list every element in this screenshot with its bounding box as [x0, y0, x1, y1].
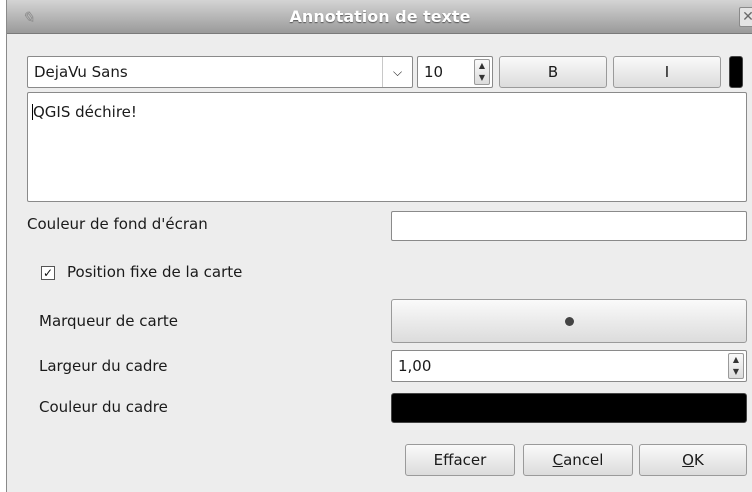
frame-width-label: Largeur du cadre: [39, 357, 168, 375]
cancel-mnemonic: C: [552, 451, 564, 469]
font-color-button[interactable]: [729, 56, 743, 88]
spin-up-icon[interactable]: ▲: [475, 60, 489, 72]
fixed-position-checkbox[interactable]: ✓: [41, 266, 55, 280]
bold-button[interactable]: B: [499, 56, 607, 88]
fixed-position-label[interactable]: Position fixe de la carte: [67, 263, 242, 281]
window-title: Annotation de texte: [289, 7, 471, 26]
font-size-value: 10: [424, 63, 444, 81]
chevron-down-icon[interactable]: ⌵: [382, 57, 412, 87]
check-icon: ✓: [42, 266, 54, 280]
ok-button[interactable]: OK: [639, 444, 747, 476]
frame-width-spinbox[interactable]: 1,00 ▲ ▼: [391, 350, 747, 382]
background-color-label: Couleur de fond d'écran: [27, 215, 208, 233]
spin-up-icon[interactable]: ▲: [729, 354, 743, 366]
annotation-text: QGIS déchire!: [33, 103, 137, 121]
close-icon: ✕: [742, 9, 752, 25]
font-family-value: DejaVu Sans: [34, 63, 128, 81]
close-button[interactable]: ✕: [739, 7, 752, 27]
font-size-spinbox[interactable]: 10 ▲ ▼: [417, 56, 493, 88]
background-color-button[interactable]: [391, 211, 747, 241]
spin-down-icon[interactable]: ▼: [475, 72, 489, 84]
ok-mnemonic: O: [682, 451, 694, 469]
title-bar[interactable]: ✎ Annotation de texte ✕: [7, 0, 752, 34]
map-marker-button[interactable]: [391, 299, 747, 343]
frame-width-stepper[interactable]: ▲ ▼: [728, 353, 744, 379]
frame-width-value: 1,00: [398, 357, 432, 375]
ok-label: K: [693, 451, 704, 469]
font-family-select[interactable]: DejaVu Sans ⌵: [27, 56, 413, 88]
frame-color-button[interactable]: [391, 393, 747, 423]
map-marker-label: Marqueur de carte: [39, 312, 178, 330]
marker-dot-icon: [564, 317, 574, 326]
frame-color-label: Couleur du cadre: [39, 398, 168, 416]
delete-button[interactable]: Effacer: [405, 444, 515, 476]
cancel-label: ancel: [563, 451, 604, 469]
font-size-stepper[interactable]: ▲ ▼: [474, 59, 490, 85]
cancel-button[interactable]: Cancel: [523, 444, 633, 476]
annotation-dialog: ✎ Annotation de texte ✕ DejaVu Sans ⌵ 10…: [6, 0, 752, 492]
spin-down-icon[interactable]: ▼: [729, 366, 743, 378]
italic-button[interactable]: I: [613, 56, 721, 88]
annotation-text-editor[interactable]: QGIS déchire!: [27, 92, 747, 202]
